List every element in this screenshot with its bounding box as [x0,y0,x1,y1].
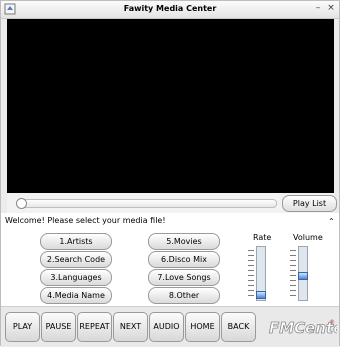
love-songs-button[interactable]: 7.Love Songs [148,269,220,286]
artists-button[interactable]: 1.Artists [40,233,112,250]
volume-slider[interactable] [298,246,308,301]
disco-mix-button[interactable]: 6.Disco Mix [148,251,220,268]
back-button[interactable]: BACK [221,312,256,342]
play-button[interactable]: PLAY [5,312,40,342]
video-area[interactable] [7,19,334,193]
rate-slider-thumb[interactable] [256,291,266,299]
fmcenter-logo: FMCenter ® [269,319,337,338]
volume-label: Volume [293,233,323,242]
movies-button[interactable]: 5.Movies [148,233,220,250]
search-code-button[interactable]: 2.Search Code [40,251,112,268]
languages-button[interactable]: 3.Languages [40,269,112,286]
playback-controls: Play List [7,193,337,213]
media-panel: Welcome! Please select your media file! … [1,213,339,306]
app-window: Fawity Media Center – × Play List Welcom… [0,0,340,347]
navigation-bar: PLAY PAUSE REPEAT NEXT AUDIO HOME BACK F… [1,306,339,347]
title-bar: Fawity Media Center – × [1,1,339,19]
volume-ticks [290,246,296,299]
playlist-button[interactable]: Play List [282,195,337,212]
welcome-message: Welcome! Please select your media file! [5,216,166,225]
repeat-button[interactable]: REPEAT [77,312,112,342]
svg-text:®: ® [329,319,335,326]
seek-bar[interactable] [16,198,277,209]
rate-slider[interactable] [256,246,266,301]
seek-handle[interactable] [16,198,27,209]
other-button[interactable]: 8.Other [148,287,220,304]
window-title: Fawity Media Center [123,4,217,13]
audio-button[interactable]: AUDIO [149,312,184,342]
rate-label: Rate [253,233,272,242]
home-button[interactable]: HOME [185,312,220,342]
minimize-button[interactable]: – [313,3,323,14]
media-name-button[interactable]: 4.Media Name [40,287,112,304]
video-screen[interactable] [13,29,328,187]
svg-text:FMCenter: FMCenter [269,319,337,337]
rate-ticks [248,246,254,299]
next-button[interactable]: NEXT [113,312,148,342]
volume-slider-thumb[interactable] [298,272,308,280]
pause-button[interactable]: PAUSE [41,312,76,342]
collapse-icon[interactable]: ⌃ [328,217,335,226]
close-button[interactable]: × [326,3,336,14]
